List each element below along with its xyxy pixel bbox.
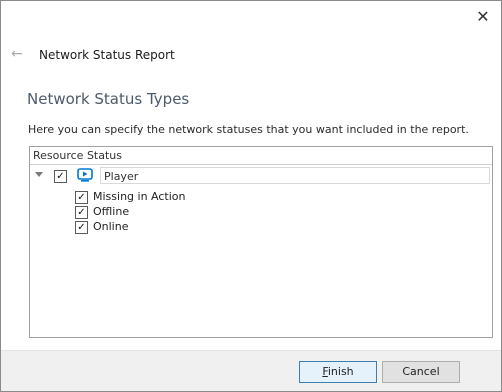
finish-label-rest: inish (327, 365, 354, 378)
footer-bar: Finish Cancel (1, 350, 501, 391)
cancel-button[interactable]: Cancel (382, 361, 460, 383)
player-label[interactable]: Player (100, 167, 490, 184)
offline-checkbox[interactable]: ✓ (75, 206, 88, 219)
section-heading: Network Status Types (27, 90, 190, 108)
panel-header: Resource Status (30, 147, 492, 165)
online-checkbox[interactable]: ✓ (75, 221, 88, 234)
finish-button[interactable]: Finish (299, 361, 377, 383)
offline-label: Offline (93, 205, 130, 218)
online-label: Online (93, 220, 129, 233)
expand-collapse-icon[interactable] (35, 172, 43, 177)
player-icon (77, 168, 93, 182)
dialog-title: Network Status Report (39, 48, 175, 62)
resource-status-panel: Resource Status ✓ Player ✓ Missing in Ac… (29, 146, 493, 338)
section-description: Here you can specify the network statuse… (28, 123, 469, 136)
missing-in-action-label: Missing in Action (93, 190, 186, 203)
close-icon[interactable]: ✕ (469, 7, 497, 27)
dialog-window: ✕ ← Network Status Report Network Status… (0, 0, 502, 392)
missing-in-action-checkbox[interactable]: ✓ (75, 191, 88, 204)
back-arrow-icon[interactable]: ← (11, 46, 23, 62)
player-checkbox[interactable]: ✓ (54, 170, 67, 183)
